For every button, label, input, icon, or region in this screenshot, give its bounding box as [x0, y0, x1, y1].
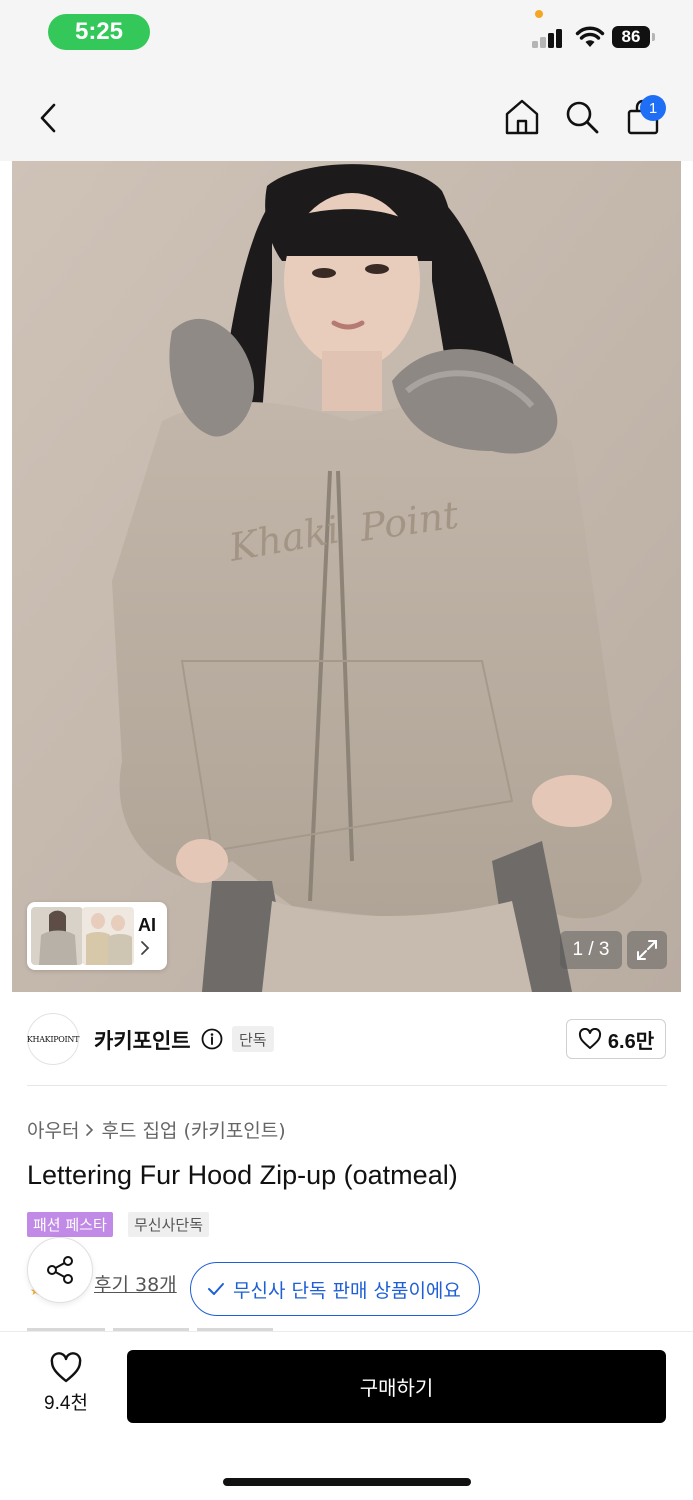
- brand-like-count: 6.6만: [607, 1030, 655, 1053]
- check-icon: [208, 1283, 224, 1295]
- ai-thumbnail-2: [82, 907, 134, 965]
- search-icon: [566, 101, 599, 134]
- breadcrumb-category[interactable]: 아우터: [27, 1116, 79, 1143]
- back-chevron-icon: [40, 103, 56, 133]
- heart-icon: [50, 1352, 82, 1383]
- breadcrumb-subcategory[interactable]: 후드 집업 (카키포인트): [101, 1116, 285, 1143]
- brand-like-button[interactable]: 6.6만: [566, 1019, 666, 1059]
- ai-label: AI: [138, 915, 156, 935]
- search-button[interactable]: [560, 95, 604, 139]
- home-button[interactable]: [500, 95, 544, 139]
- buy-button[interactable]: 구매하기: [127, 1350, 666, 1423]
- expand-icon: [637, 940, 657, 960]
- share-icon: [47, 1256, 73, 1284]
- ai-recommendation-card[interactable]: AI: [27, 902, 167, 970]
- home-icon: [505, 99, 539, 135]
- wishlist-button[interactable]: 9.4천: [30, 1352, 102, 1422]
- battery-icon: 86: [612, 26, 656, 48]
- product-image[interactable]: Khaki Point: [12, 161, 681, 992]
- exclusive-sale-notice[interactable]: 무신사 단독 판매 상품이에요: [190, 1262, 480, 1316]
- brand-logo-text: KHAKIPOINT: [26, 1034, 80, 1044]
- chevron-right-icon: [86, 1123, 94, 1136]
- status-bar: 5:25 86: [0, 0, 693, 66]
- breadcrumb: 아우터 후드 집업 (카키포인트): [27, 1116, 286, 1143]
- brand-exclusive-badge: 단독: [232, 1026, 274, 1052]
- brand-logo[interactable]: KHAKIPOINT: [27, 1013, 79, 1065]
- section-divider: [27, 1085, 667, 1086]
- signal-icon: [532, 28, 566, 48]
- brand-name[interactable]: 카키포인트: [94, 1025, 191, 1055]
- privacy-indicator-dot: [535, 10, 543, 18]
- product-title: Lettering Fur Hood Zip-up (oatmeal): [27, 1160, 458, 1190]
- musinsa-exclusive-tag: 무신사단독: [128, 1212, 210, 1237]
- heart-icon: [578, 1028, 601, 1049]
- status-time: 5:25: [48, 14, 150, 50]
- review-count-link[interactable]: 후기 38개: [94, 1270, 177, 1297]
- wifi-icon: [575, 26, 605, 47]
- fashion-festa-tag: 패션 페스타: [27, 1212, 113, 1237]
- battery-level: 86: [612, 26, 650, 48]
- back-button[interactable]: [28, 97, 68, 139]
- image-page-indicator: 1 / 3: [560, 931, 622, 969]
- cart-count-badge: 1: [640, 95, 666, 121]
- share-button[interactable]: [27, 1237, 93, 1303]
- home-indicator[interactable]: [223, 1478, 471, 1486]
- chevron-right-icon: [140, 940, 150, 960]
- wishlist-count: 9.4천: [44, 1393, 88, 1414]
- expand-image-button[interactable]: [627, 931, 667, 969]
- exclusive-sale-text: 무신사 단독 판매 상품이에요: [233, 1279, 461, 1302]
- ai-thumbnail-1: [31, 907, 83, 965]
- info-icon[interactable]: [201, 1028, 223, 1050]
